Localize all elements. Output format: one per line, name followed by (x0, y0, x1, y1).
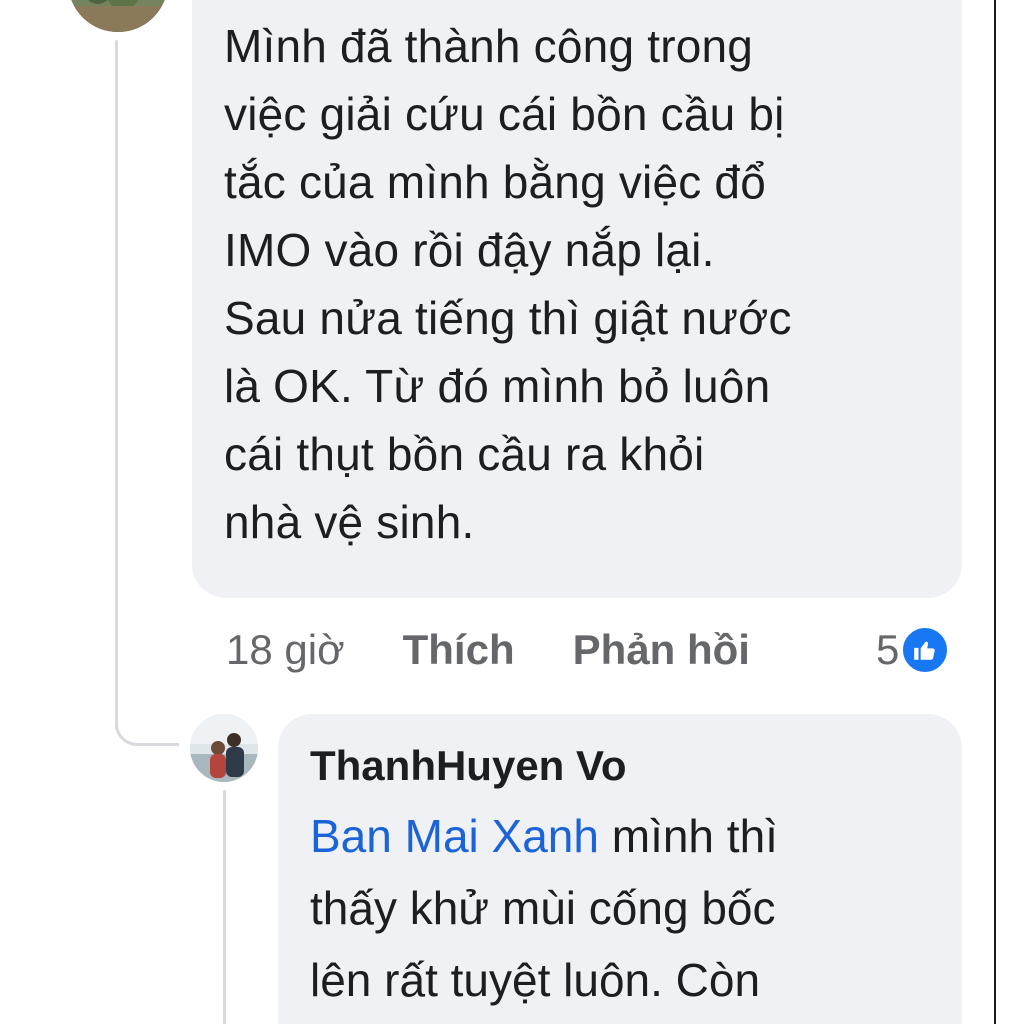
screen-edge (994, 0, 996, 1024)
reply-button[interactable]: Phản hồi (573, 626, 750, 674)
reply-thread-connector (223, 790, 226, 1024)
comment-line: nhà vệ sinh. (224, 496, 475, 548)
thread-connector (115, 40, 118, 730)
comment-text: Mình đã thành công trong việc giải cứu c… (224, 12, 944, 556)
comment-line: Sau nửa tiếng thì giật nước (224, 292, 792, 344)
reaction-summary[interactable]: 5 (876, 620, 950, 680)
reply-line: thấy khử mùi cống bốc (310, 882, 776, 934)
avatar-image (68, 0, 168, 32)
avatar[interactable] (68, 0, 168, 32)
comment-actions: 18 giờ Thích Phản hồi (226, 620, 808, 680)
comment-line: IMO vào rồi đậy nắp lại. (224, 224, 715, 276)
reply-line: lên rất tuyệt luôn. Còn (310, 954, 761, 1006)
reply-author-name[interactable]: ThanhHuyen Vo (310, 736, 627, 796)
comment-thread: Mình đã thành công trong việc giải cứu c… (0, 0, 1024, 1024)
mention-link[interactable]: Ban Mai Xanh (310, 810, 599, 862)
comment-line: cái thụt bồn cầu ra khỏi (224, 428, 705, 480)
comment-timestamp[interactable]: 18 giờ (226, 626, 345, 674)
reaction-count: 5 (876, 626, 900, 673)
reply-line: mình thì (598, 810, 778, 862)
reply-text: Ban Mai Xanh mình thì thấy khử mùi cống … (310, 800, 930, 1016)
reply-avatar[interactable] (190, 714, 258, 782)
thread-branch-connector (115, 700, 179, 746)
comment-line: là OK. Từ đó mình bỏ luôn (224, 360, 771, 412)
comment-line: việc giải cứu cái bồn cầu bị (224, 88, 785, 140)
comment-line: tắc của mình bằng việc đổ (224, 156, 766, 208)
like-button[interactable]: Thích (403, 626, 515, 674)
comment-line: Mình đã thành công trong (224, 20, 754, 72)
avatar-image (190, 714, 258, 782)
like-icon (901, 626, 950, 674)
